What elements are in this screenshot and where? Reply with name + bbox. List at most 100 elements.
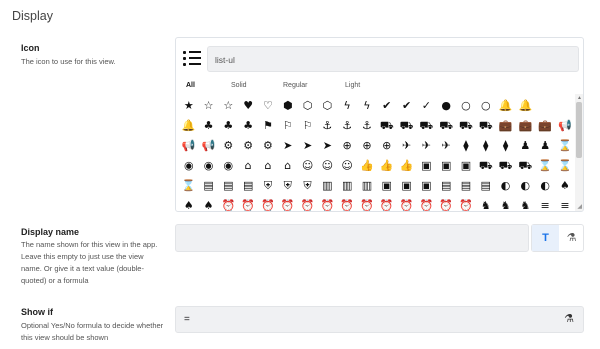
icon-option[interactable]: ☺ bbox=[337, 156, 357, 176]
icon-option[interactable]: ⛟ bbox=[516, 156, 536, 176]
icon-option[interactable]: ⊕ bbox=[357, 136, 377, 156]
icon-option[interactable]: ♠ bbox=[179, 196, 199, 211]
icon-option[interactable]: ⏰ bbox=[238, 196, 258, 211]
filter-all[interactable]: All bbox=[186, 82, 195, 89]
icon-option[interactable]: ○ bbox=[456, 96, 476, 116]
icon-option[interactable]: ⏰ bbox=[456, 196, 476, 211]
display-name-input[interactable] bbox=[175, 224, 529, 252]
icon-option[interactable]: ▣ bbox=[377, 176, 397, 196]
icon-option[interactable]: ⚓ bbox=[337, 116, 357, 136]
icon-option[interactable]: ➤ bbox=[298, 136, 318, 156]
icon-option[interactable]: ⛟ bbox=[476, 156, 496, 176]
icon-option[interactable]: ✈ bbox=[417, 136, 437, 156]
icon-option[interactable]: ♣ bbox=[219, 116, 239, 136]
icon-option[interactable]: ⬢ bbox=[278, 96, 298, 116]
icon-option[interactable]: ◐ bbox=[535, 176, 555, 196]
icon-option[interactable]: ⛨ bbox=[258, 176, 278, 196]
icon-option[interactable]: 💼 bbox=[516, 116, 536, 136]
icon-option[interactable]: ⌂ bbox=[278, 156, 298, 176]
icon-option[interactable]: ⬡ bbox=[318, 96, 338, 116]
icon-option[interactable]: ϟ bbox=[337, 96, 357, 116]
formula-flask-icon[interactable]: ⚗ bbox=[559, 225, 584, 251]
icon-option[interactable]: ⬡ bbox=[298, 96, 318, 116]
filter-regular[interactable]: Regular bbox=[283, 82, 308, 89]
icon-option[interactable]: ⏰ bbox=[357, 196, 377, 211]
icon-option[interactable]: ⏰ bbox=[258, 196, 278, 211]
icon-option[interactable]: ⊕ bbox=[337, 136, 357, 156]
icon-option[interactable]: ♡ bbox=[258, 96, 278, 116]
icon-option[interactable]: ⧫ bbox=[496, 136, 516, 156]
icon-option[interactable]: ⛟ bbox=[417, 116, 437, 136]
icon-option[interactable]: ☆ bbox=[219, 96, 239, 116]
icon-option[interactable]: ⏰ bbox=[436, 196, 456, 211]
icon-option[interactable]: ▥ bbox=[357, 176, 377, 196]
icon-option[interactable]: ♠ bbox=[199, 196, 219, 211]
icon-option[interactable]: ☺ bbox=[298, 156, 318, 176]
icon-option[interactable]: ⛟ bbox=[496, 156, 516, 176]
icon-option[interactable]: ◉ bbox=[219, 156, 239, 176]
icon-option[interactable]: ≡ bbox=[535, 196, 555, 211]
icon-option[interactable]: ϟ bbox=[357, 96, 377, 116]
resize-grip-icon[interactable]: ◢ bbox=[577, 203, 582, 210]
icon-option[interactable]: ☺ bbox=[318, 156, 338, 176]
icon-option[interactable]: ⛨ bbox=[298, 176, 318, 196]
icon-option[interactable]: ♟ bbox=[516, 136, 536, 156]
icon-option[interactable]: ⛟ bbox=[377, 116, 397, 136]
icon-option[interactable]: ▤ bbox=[456, 176, 476, 196]
icon-option[interactable]: 📢 bbox=[199, 136, 219, 156]
formula-flask-icon[interactable]: ⚗ bbox=[564, 307, 574, 332]
icon-option[interactable]: ⛟ bbox=[397, 116, 417, 136]
icon-option[interactable]: ▣ bbox=[436, 156, 456, 176]
icon-option[interactable]: 📢 bbox=[555, 116, 575, 136]
icon-option[interactable]: ⚓ bbox=[357, 116, 377, 136]
icon-option[interactable]: 💼 bbox=[535, 116, 555, 136]
icon-option[interactable]: ♥ bbox=[238, 96, 258, 116]
icon-option[interactable]: ▣ bbox=[397, 176, 417, 196]
icon-option[interactable]: ⌛ bbox=[555, 136, 575, 156]
icon-option[interactable]: ▣ bbox=[417, 176, 437, 196]
icon-option[interactable]: ○ bbox=[476, 96, 496, 116]
icon-option[interactable]: ▤ bbox=[238, 176, 258, 196]
icon-option[interactable]: ☆ bbox=[199, 96, 219, 116]
icon-option[interactable]: ➤ bbox=[278, 136, 298, 156]
icon-option[interactable]: ✔ bbox=[377, 96, 397, 116]
icon-option[interactable]: ≡ bbox=[555, 196, 575, 211]
filter-light[interactable]: Light bbox=[345, 82, 360, 89]
scroll-up-arrow-icon[interactable]: ▲ bbox=[577, 95, 582, 101]
icon-option[interactable]: ✈ bbox=[436, 136, 456, 156]
show-if-formula-input[interactable]: = ⚗ bbox=[175, 306, 584, 333]
icon-option[interactable]: ▥ bbox=[318, 176, 338, 196]
icon-option[interactable]: ⌂ bbox=[238, 156, 258, 176]
icon-option[interactable]: ⌛ bbox=[555, 156, 575, 176]
icon-option[interactable]: ⛟ bbox=[436, 116, 456, 136]
icon-option[interactable]: ♣ bbox=[199, 116, 219, 136]
text-mode-icon[interactable]: T bbox=[532, 225, 559, 251]
icon-option[interactable]: ◐ bbox=[516, 176, 536, 196]
icon-option[interactable]: ◉ bbox=[199, 156, 219, 176]
icon-option[interactable]: ➤ bbox=[318, 136, 338, 156]
icon-option[interactable]: ⊕ bbox=[377, 136, 397, 156]
icon-option[interactable]: ▤ bbox=[436, 176, 456, 196]
icon-option[interactable]: ✈ bbox=[397, 136, 417, 156]
icon-option[interactable]: ⚑ bbox=[258, 116, 278, 136]
icon-option[interactable]: ▤ bbox=[476, 176, 496, 196]
scrollbar-thumb[interactable] bbox=[576, 102, 582, 158]
filter-solid[interactable]: Solid bbox=[231, 82, 247, 89]
icon-option[interactable]: ⏰ bbox=[417, 196, 437, 211]
icon-option[interactable]: 🔔 bbox=[516, 96, 536, 116]
icon-option[interactable]: ★ bbox=[179, 96, 199, 116]
icon-option[interactable]: ⏰ bbox=[278, 196, 298, 211]
icon-option[interactable]: ◉ bbox=[179, 156, 199, 176]
icon-option[interactable]: ⏰ bbox=[337, 196, 357, 211]
icon-option[interactable]: 💼 bbox=[496, 116, 516, 136]
icon-option[interactable]: ♟ bbox=[535, 136, 555, 156]
icon-option[interactable]: 👍 bbox=[397, 156, 417, 176]
icon-option[interactable]: ⛟ bbox=[456, 116, 476, 136]
icon-option[interactable]: 🔔 bbox=[496, 96, 516, 116]
icon-option[interactable]: ⌛ bbox=[535, 156, 555, 176]
icon-option[interactable]: ⌛ bbox=[179, 176, 199, 196]
icon-option[interactable]: ● bbox=[436, 96, 456, 116]
icon-option[interactable]: ▣ bbox=[456, 156, 476, 176]
icon-option[interactable]: 👍 bbox=[357, 156, 377, 176]
icon-option[interactable]: ⚙ bbox=[238, 136, 258, 156]
